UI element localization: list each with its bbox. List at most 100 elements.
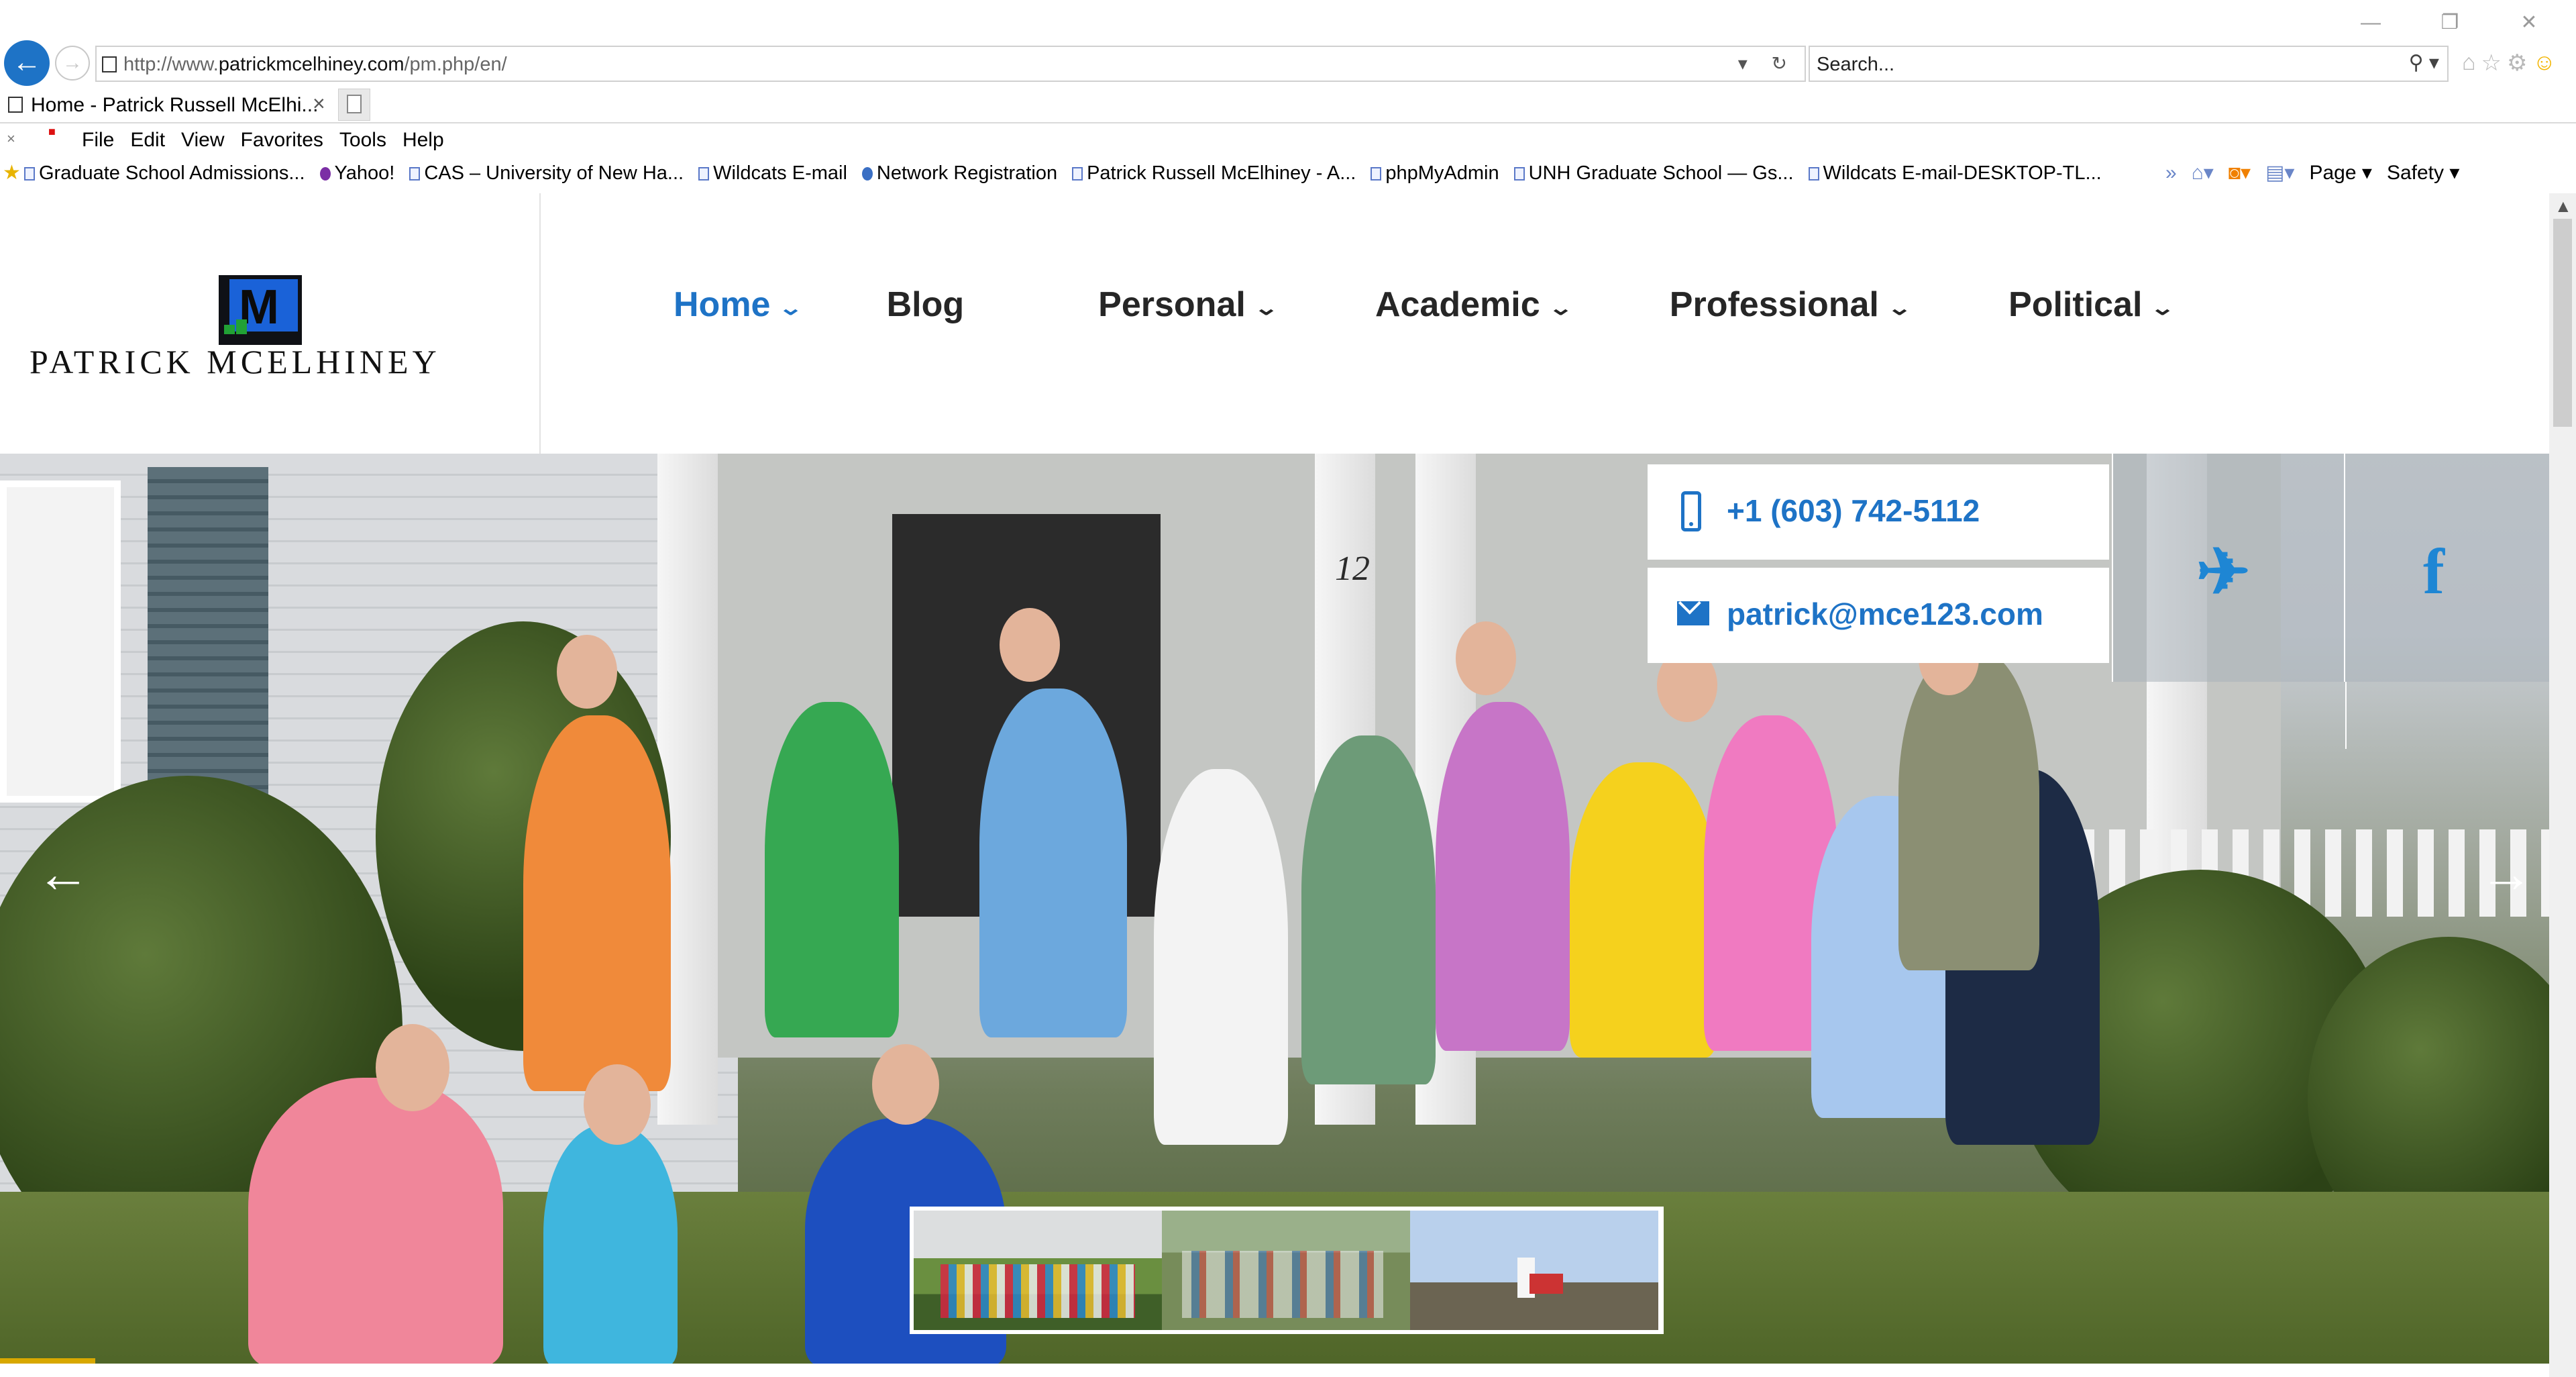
scrollbar-thumb[interactable] [2553,219,2572,427]
favorite-link[interactable]: phpMyAdmin [1371,162,1499,185]
menu-edit[interactable]: Edit [130,129,165,152]
forward-arrow-icon[interactable]: → [55,46,90,81]
menu-tools[interactable]: Tools [339,129,386,152]
page-menu[interactable]: Page ▾ [2309,161,2371,185]
tab-title: Home - Patrick Russell McElhi... [31,94,319,116]
toolbar-icons: ⌂ ☆ ⚙ ☺ [2462,50,2556,76]
menu-help[interactable]: Help [402,129,444,152]
slide-photo-person [765,702,899,1037]
email-address[interactable]: patrick@mce123.com [1727,596,2043,632]
slider-next-arrow-icon[interactable]: → [2479,843,2533,905]
logo-mark-bar [224,325,235,334]
slider-thumbnail[interactable] [1410,1211,1658,1330]
favorite-link[interactable]: UNH Graduate School — Gs... [1513,162,1794,185]
address-row: ← → http://www.patrickmcelhiney.com/pm.p… [0,39,2576,90]
house-number: 12 [1335,550,1370,588]
email-contact[interactable]: patrick@mce123.com [1648,568,2109,663]
menu-favorites[interactable]: Favorites [241,129,323,152]
slide-photo-face [1456,621,1516,695]
scrollbar[interactable]: ▲ [2549,193,2576,1377]
slide-photo-face [872,1044,939,1125]
nav-academic[interactable]: Academic ⌄ [1375,285,1573,325]
facebook-link[interactable]: f [2344,454,2549,749]
scroll-up-arrow-icon[interactable]: ▲ [2555,196,2572,217]
logo[interactable]: M Patrick McElhiney [0,193,541,454]
favorite-link[interactable]: Yahoo! [319,162,394,185]
divider [0,122,2576,123]
back-arrow-icon[interactable]: ← [4,40,50,86]
page-icon [24,166,35,181]
page-icon [1371,166,1382,181]
refresh-icon[interactable]: ▾ ↻ [1738,52,1796,74]
address-bar[interactable]: http://www.patrickmcelhiney.com/pm.php/e… [95,46,1806,82]
favorite-link[interactable]: Wildcats E-mail [698,162,847,185]
chevron-down-icon: ⌄ [1253,297,1279,319]
hero-slider: 12 ← → +1 (603) 742-5112 patrick@mce123.… [0,454,2549,1364]
favorite-link[interactable]: Patrick Russell McElhiney - A... [1072,162,1356,185]
nav-blog[interactable]: Blog [887,285,965,325]
logo-mark-bar [236,319,247,334]
gear-icon[interactable]: ⚙ [2507,50,2527,76]
chevron-down-icon: ⌄ [2150,297,2176,319]
phone-number[interactable]: +1 (603) 742-5112 [1727,493,1980,529]
window-controls: — ❐ ✕ [2351,8,2549,38]
slide-photo-person [523,715,671,1091]
favorite-link[interactable]: CAS – University of New Ha... [409,162,684,185]
chevron-down-icon: ⌄ [1548,297,1574,319]
nav-professional[interactable]: Professional ⌄ [1670,285,1913,325]
slide-photo-person [979,688,1127,1037]
rss-icon[interactable]: ◙▾ [2229,161,2251,185]
phone-icon [1681,491,1701,531]
smiley-icon[interactable]: ☺ [2533,50,2557,76]
safety-menu[interactable]: Safety ▾ [2387,161,2459,185]
main-nav: Home ⌄ Blog Personal ⌄ Academic ⌄ Professio… [674,285,2176,325]
nav-personal[interactable]: Personal ⌄ [1098,285,1279,325]
menu-view[interactable]: View [181,129,224,152]
address-text[interactable]: http://www.patrickmcelhiney.com/pm.php/e… [123,54,507,76]
favorite-link[interactable]: Network Registration [861,162,1057,185]
page-icon [102,56,117,72]
menu-bar: × ■ File Edit View Favorites Tools Help [0,125,2576,157]
slide-photo-person [1154,769,1288,1145]
close-icon[interactable]: × [7,130,15,148]
minimize-button[interactable]: — [2351,8,2391,38]
slide-photo-window [0,480,121,803]
page-icon [1808,166,1819,181]
page-icon [8,97,23,113]
slide-photo-face [557,635,617,709]
phone-contact[interactable]: +1 (603) 742-5112 [1648,464,2109,560]
slider-prev-arrow-icon[interactable]: ← [36,843,90,905]
tab-strip: Home - Patrick Russell McElhi... × [0,86,2576,123]
search-input[interactable]: Search... ⚲ ▾ [1809,46,2449,82]
slide-photo-face [1000,608,1060,682]
search-icon[interactable]: ⚲ ▾ [2409,51,2439,74]
nav-home[interactable]: Home ⌄ [674,285,804,325]
new-tab-button[interactable] [338,89,370,121]
nav-political[interactable]: Political ⌄ [2008,285,2176,325]
slide-photo-person [543,1125,678,1364]
menu-file[interactable]: File [82,129,114,152]
slider-thumbnail[interactable] [914,1211,1162,1330]
slide-photo-face [376,1024,449,1111]
close-window-button[interactable]: ✕ [2509,8,2549,38]
favorite-link[interactable]: Wildcats E-mail-DESKTOP-TL... [1808,162,2102,185]
slider-thumbnail[interactable] [1162,1211,1410,1330]
twitter-link[interactable]: ✈ [2112,454,2344,682]
home-icon[interactable]: ⌂ [2462,50,2476,76]
favorites-bar: ★ Graduate School Admissions... Yahoo! C… [0,158,2576,191]
favorite-link[interactable]: Graduate School Admissions... [24,162,305,185]
pdf-icon[interactable]: ■ [48,125,56,139]
overflow-chevron-icon[interactable]: » [2165,162,2177,185]
envelope-icon [1677,601,1709,625]
tab-home[interactable]: Home - Patrick Russell McElhi... × [0,86,335,123]
favorites-star-icon[interactable]: ★ [3,161,21,185]
home-icon[interactable]: ⌂▾ [2192,161,2214,185]
page-icon [698,166,710,181]
restore-button[interactable]: ❐ [2430,8,2470,38]
browser-chrome: — ❐ ✕ ← → http://www.patrickmcelhiney.co… [0,0,2576,192]
new-tab-icon [347,95,362,113]
star-icon[interactable]: ☆ [2481,50,2502,76]
print-icon[interactable]: ▤▾ [2265,161,2294,185]
close-icon[interactable]: × [313,91,325,116]
slide-photo-person [1301,735,1436,1084]
